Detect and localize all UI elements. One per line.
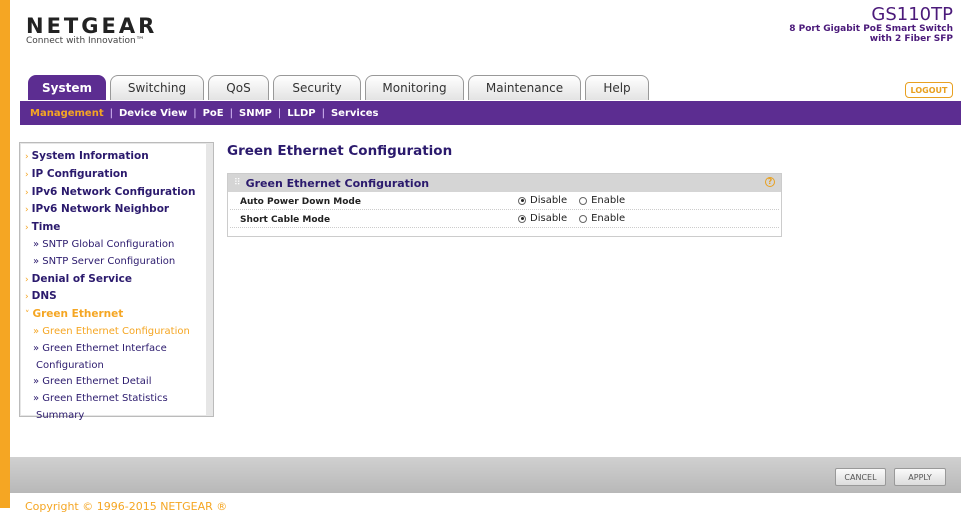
radio-label: Disable [530,213,568,224]
sub-navigation: Management | Device View | PoE | SNMP | … [20,101,961,125]
product-description-1: 8 Port Gigabit PoE Smart Switch [789,24,953,34]
copyright-text: Copyright © 1996-2015 NETGEAR ® [25,500,228,513]
short-cable-enable-radio[interactable] [579,214,588,223]
subnav-separator: | [193,107,197,119]
sidebar-item-ipv6-network-neighbor[interactable]: › IPv6 Network Neighbor [21,201,206,219]
panel-header: ⠿ Green Ethernet Configuration ? [228,174,781,192]
cancel-button[interactable]: CANCEL [835,468,886,486]
auto-power-down-label: Auto Power Down Mode [240,197,361,207]
sidebar-item-time[interactable]: › Time [21,219,206,237]
green-ethernet-panel: ⠿ Green Ethernet Configuration ? Auto Po… [227,173,782,237]
sidebar-subitem-green-ethernet-detail[interactable]: » Green Ethernet Detail [21,374,206,391]
auto-power-down-disable-radio[interactable] [518,196,526,205]
subnav-separator: | [109,107,113,119]
short-cable-label: Short Cable Mode [240,215,331,225]
sidebar-item-label: IP Configuration [31,167,128,180]
chevron-right-icon: › [25,292,29,303]
help-icon[interactable]: ? [765,177,775,187]
tab-system[interactable]: System [28,75,106,100]
sidebar-subitem-green-ethernet-statistics-cont[interactable]: Summary [21,408,206,425]
chevron-right-icon: › [25,205,29,216]
tab-security[interactable]: Security [273,75,361,100]
auto-power-down-row: Auto Power Down Mode Disable Enable [230,192,779,210]
sidebar-item-label: Denial of Service [31,272,132,285]
tab-switching[interactable]: Switching [110,75,204,100]
sidebar-item-label: IPv6 Network Configuration [31,185,196,198]
auto-power-down-enable-radio[interactable] [579,196,588,205]
sidebar-item-denial-of-service[interactable]: › Denial of Service [21,271,206,289]
sidebar-item-label: IPv6 Network Neighbor [31,203,170,216]
sidebar-item-label: DNS [31,290,57,303]
logout-button[interactable]: LOGOUT [905,82,953,98]
chevron-right-icon: › [25,223,29,234]
logo-text: NETGEAR [26,14,158,38]
subnav-services[interactable]: Services [331,108,379,119]
sidebar-item-label: Green Ethernet [32,308,124,321]
sidebar-subitem-green-ethernet-statistics[interactable]: » Green Ethernet Statistics [21,391,206,408]
short-cable-disable-radio[interactable] [518,214,526,223]
radio-label: Disable [530,195,568,206]
sidebar-subitem-sntp-server-configuration[interactable]: » SNTP Server Configuration [21,254,206,271]
page: NETGEAR Connect with Innovation™ GS110TP… [10,0,961,513]
page-title: Green Ethernet Configuration [227,143,453,159]
grip-icon: ⠿ [234,178,241,188]
sidebar-item-dns[interactable]: › DNS [21,288,206,306]
netgear-logo: NETGEAR Connect with Innovation™ [26,14,157,46]
sidebar-subitem-green-ethernet-configuration[interactable]: » Green Ethernet Configuration [21,324,206,341]
sidebar-item-label: Time [31,221,61,234]
auto-power-down-options: Disable Enable [518,195,637,206]
subnav-separator: | [277,107,282,119]
sidebar-item-ipv6-network-configuration[interactable]: › IPv6 Network Configuration [21,184,206,202]
subnav-snmp[interactable]: SNMP [239,108,272,119]
radio-label: Enable [591,213,626,224]
sidebar: › System Information › IP Configuration › I… [19,142,214,421]
sidebar-item-system-information[interactable]: › System Information [21,148,206,166]
sidebar-subitem-green-ethernet-interface[interactable]: » Green Ethernet Interface [21,341,206,358]
chevron-right-icon: › [25,274,29,285]
tab-help[interactable]: Help [585,75,649,100]
product-model: GS110TP [871,4,953,25]
apply-button[interactable]: APPLY [894,468,946,486]
main-tabs: System Switching QoS Security Monitoring… [28,75,653,101]
sidebar-menu: › System Information › IP Configuration › I… [21,144,206,421]
product-description-2: with 2 Fiber SFP [869,34,953,44]
sidebar-item-ip-configuration[interactable]: › IP Configuration [21,166,206,184]
tab-qos[interactable]: QoS [208,75,269,100]
sidebar-item-label: System Information [31,150,149,162]
chevron-right-icon: › [25,152,29,162]
chevron-down-icon: ˅ [25,310,30,321]
tab-monitoring[interactable]: Monitoring [365,75,464,100]
chevron-right-icon: › [25,187,29,198]
sidebar-subitem-sntp-global-configuration[interactable]: » SNTP Global Configuration [21,237,206,254]
radio-label: Enable [591,195,626,206]
sidebar-subitem-green-ethernet-interface-cont[interactable]: Configuration [21,358,206,375]
sidebar-item-green-ethernet[interactable]: ˅ Green Ethernet [21,306,206,324]
subnav-separator: | [229,107,233,119]
subnav-lldp[interactable]: LLDP [287,108,315,119]
left-accent-bar [0,0,10,508]
subnav-device-view[interactable]: Device View [119,108,187,119]
product-info: GS110TP 8 Port Gigabit PoE Smart Switch … [789,4,953,45]
tab-maintenance[interactable]: Maintenance [468,75,581,100]
footer-bar [10,457,961,493]
panel-title: Green Ethernet Configuration [245,176,430,190]
chevron-right-icon: › [25,169,29,180]
short-cable-options: Disable Enable [518,213,637,224]
subnav-management[interactable]: Management [30,108,104,119]
subnav-poe[interactable]: PoE [203,108,224,119]
logo-tagline: Connect with Innovation™ [26,36,145,46]
short-cable-row: Short Cable Mode Disable Enable [230,210,779,228]
subnav-separator: | [321,107,325,119]
